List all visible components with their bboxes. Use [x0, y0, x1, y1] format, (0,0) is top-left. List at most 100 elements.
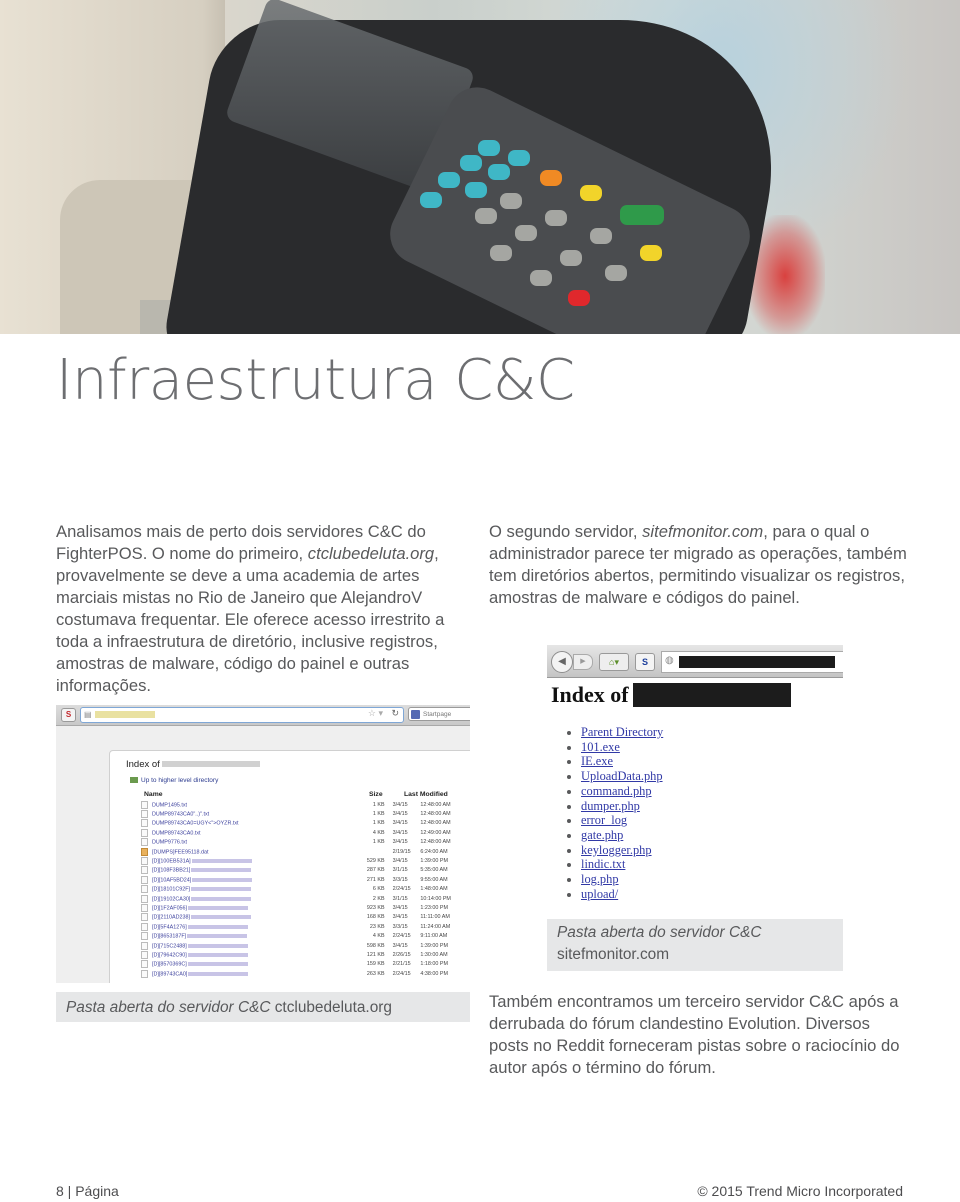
globe-icon: ◍: [665, 655, 674, 666]
caption-emphasis: Pasta aberta do servidor C&C: [66, 999, 271, 1016]
file-link[interactable]: [D][1F2AF056]: [152, 905, 187, 911]
file-link[interactable]: DUMP89743CA0=UGY<">OYZR.txt: [152, 821, 239, 827]
file-link[interactable]: [D][8653187F]: [152, 934, 186, 940]
column-header-size: Size: [369, 791, 383, 798]
domain-name: ctclubedeluta.org: [307, 544, 435, 563]
column-header-name: Name: [144, 791, 163, 798]
file-link[interactable]: [DUMPS]FEE95118.dat: [152, 849, 209, 855]
file-size: 287 KB: [366, 867, 385, 874]
file-date: 3/4/15: [392, 942, 408, 949]
file-link[interactable]: [D][79642C90]: [152, 952, 187, 958]
file-link[interactable]: DUMP1495.txt: [152, 802, 187, 808]
table-row: [D][89743CA0] 263 KB 2/24/15 4:38:00 PM: [141, 969, 470, 978]
table-row: [D][19102CA30] 2 KB 3/1/15 10:14:00 PM: [141, 894, 470, 903]
directory-link[interactable]: lindic.txt: [581, 857, 625, 871]
browser-toolbar: ◀ ▶ ⌂▾ S ◍: [547, 645, 843, 678]
directory-link[interactable]: log.php: [581, 872, 619, 886]
file-date: 3/4/15: [392, 811, 408, 818]
index-label: Index of: [551, 682, 629, 707]
key: [478, 140, 500, 156]
file-date: 3/4/15: [392, 801, 408, 808]
file-link[interactable]: [D][19102CA30]: [152, 896, 190, 902]
directory-link[interactable]: dumper.php: [581, 799, 640, 813]
file-time: 9:11:00 AM: [420, 933, 448, 940]
file-name-cell: [D][2110AD238]: [141, 913, 355, 922]
file-date: 2/19/15: [392, 848, 411, 855]
address-bar: ▤ ☆ ▾ ↻: [80, 707, 404, 723]
file-link[interactable]: [D][89743CA0]: [152, 971, 187, 977]
directory-link[interactable]: 101.exe: [581, 740, 620, 754]
file-size: 598 KB: [366, 942, 385, 949]
file-link[interactable]: [D][108F3BB21]: [152, 868, 190, 874]
directory-link[interactable]: command.php: [581, 784, 652, 798]
file-time: 1:23:00 PM: [420, 904, 448, 911]
address-bar: ◍: [661, 651, 843, 673]
table-row: [D][108F3BB21] 287 KB 3/1/15 5:35:00 AM: [141, 866, 470, 875]
directory-link[interactable]: Parent Directory: [581, 725, 663, 739]
figure-caption-left: Pasta aberta do servidor C&C ctclubedelu…: [56, 992, 470, 1022]
key: [530, 270, 552, 286]
file-link[interactable]: [D][18101C92F]: [152, 887, 190, 893]
directory-link[interactable]: keylogger.php: [581, 843, 652, 857]
archive-file-icon: [141, 847, 148, 856]
key: [420, 192, 442, 208]
directory-link[interactable]: IE.exe: [581, 754, 613, 768]
file-name-cell: [D][19102CA30]: [141, 894, 355, 903]
file-link[interactable]: [D][100EB531A]: [152, 858, 191, 864]
table-row: [D][100EB531A] 529 KB 3/4/15 1:39:00 PM: [141, 856, 470, 866]
file-link[interactable]: [D][5F4A1276]: [152, 924, 187, 930]
file-link[interactable]: DUMP89743CA0"..)".txt: [152, 812, 209, 818]
file-link[interactable]: [D][10AF5BD24]: [152, 877, 191, 883]
file-date: 2/21/15: [392, 961, 411, 968]
redacted-path: [632, 683, 791, 707]
file-icon: [141, 838, 148, 847]
directory-link[interactable]: gate.php: [581, 828, 623, 842]
caption-emphasis: Pasta aberta do servidor C&C: [557, 924, 762, 941]
hero-photo: [0, 0, 960, 337]
file-date: 3/1/15: [392, 867, 408, 874]
table-row: [D][5F4A1276] 23 KB 3/3/15 11:24:00 AM: [141, 922, 470, 931]
folder-up-icon: [130, 777, 138, 784]
file-size: 1 KB: [372, 811, 385, 818]
key: [568, 290, 590, 306]
reload-icon: ↻: [391, 708, 399, 718]
file-link[interactable]: DUMP89743CA0.txt: [152, 830, 201, 836]
key: [488, 164, 510, 180]
directory-link[interactable]: upload/: [581, 887, 618, 901]
up-link-label: Up to higher level directory: [141, 777, 219, 784]
table-row: [D][1F2AF056] 923 KB 3/4/15 1:23:00 PM: [141, 903, 470, 912]
file-size: 6 KB: [372, 886, 385, 893]
file-link[interactable]: [D][2110AD238]: [152, 915, 190, 921]
file-name-cell: [D][108F3BB21]: [141, 866, 355, 875]
file-size: 121 KB: [366, 951, 385, 958]
file-icon: [141, 885, 148, 894]
key: [605, 265, 627, 281]
directory-link[interactable]: error_log: [581, 813, 627, 827]
redacted-filename: [191, 859, 252, 864]
file-date: 2/24/15: [392, 970, 411, 977]
key: [508, 150, 530, 166]
file-name-cell: [D][8653187F]: [141, 931, 355, 941]
list-item: error_log: [581, 813, 663, 828]
text: , provavelmente se deve a uma academia d…: [56, 544, 445, 695]
list-item: UploadData.php: [581, 769, 663, 784]
key: [438, 172, 460, 188]
file-link[interactable]: [D][715C2488]: [152, 943, 187, 949]
search-box: Startpage: [408, 707, 470, 721]
redacted-url: [95, 711, 155, 718]
file-icon: [141, 819, 148, 828]
page-number: 8 | Página: [56, 1183, 119, 1199]
file-link[interactable]: [D][8570369C]: [152, 962, 187, 968]
file-name-cell: [D][18101C92F]: [141, 885, 355, 894]
list-item: IE.exe: [581, 754, 663, 769]
file-icon: [141, 894, 148, 903]
directory-link-list: Parent Directory101.exeIE.exeUploadData.…: [567, 725, 663, 901]
directory-link[interactable]: UploadData.php: [581, 769, 663, 783]
file-icon: [141, 932, 148, 941]
file-link[interactable]: DUMP9776.txt: [152, 840, 187, 846]
file-time: 6:24:00 AM: [420, 848, 448, 855]
key: [475, 208, 497, 224]
back-arrow-icon: ◀: [551, 651, 573, 673]
list-item: command.php: [581, 784, 663, 799]
file-icon: [141, 960, 148, 969]
